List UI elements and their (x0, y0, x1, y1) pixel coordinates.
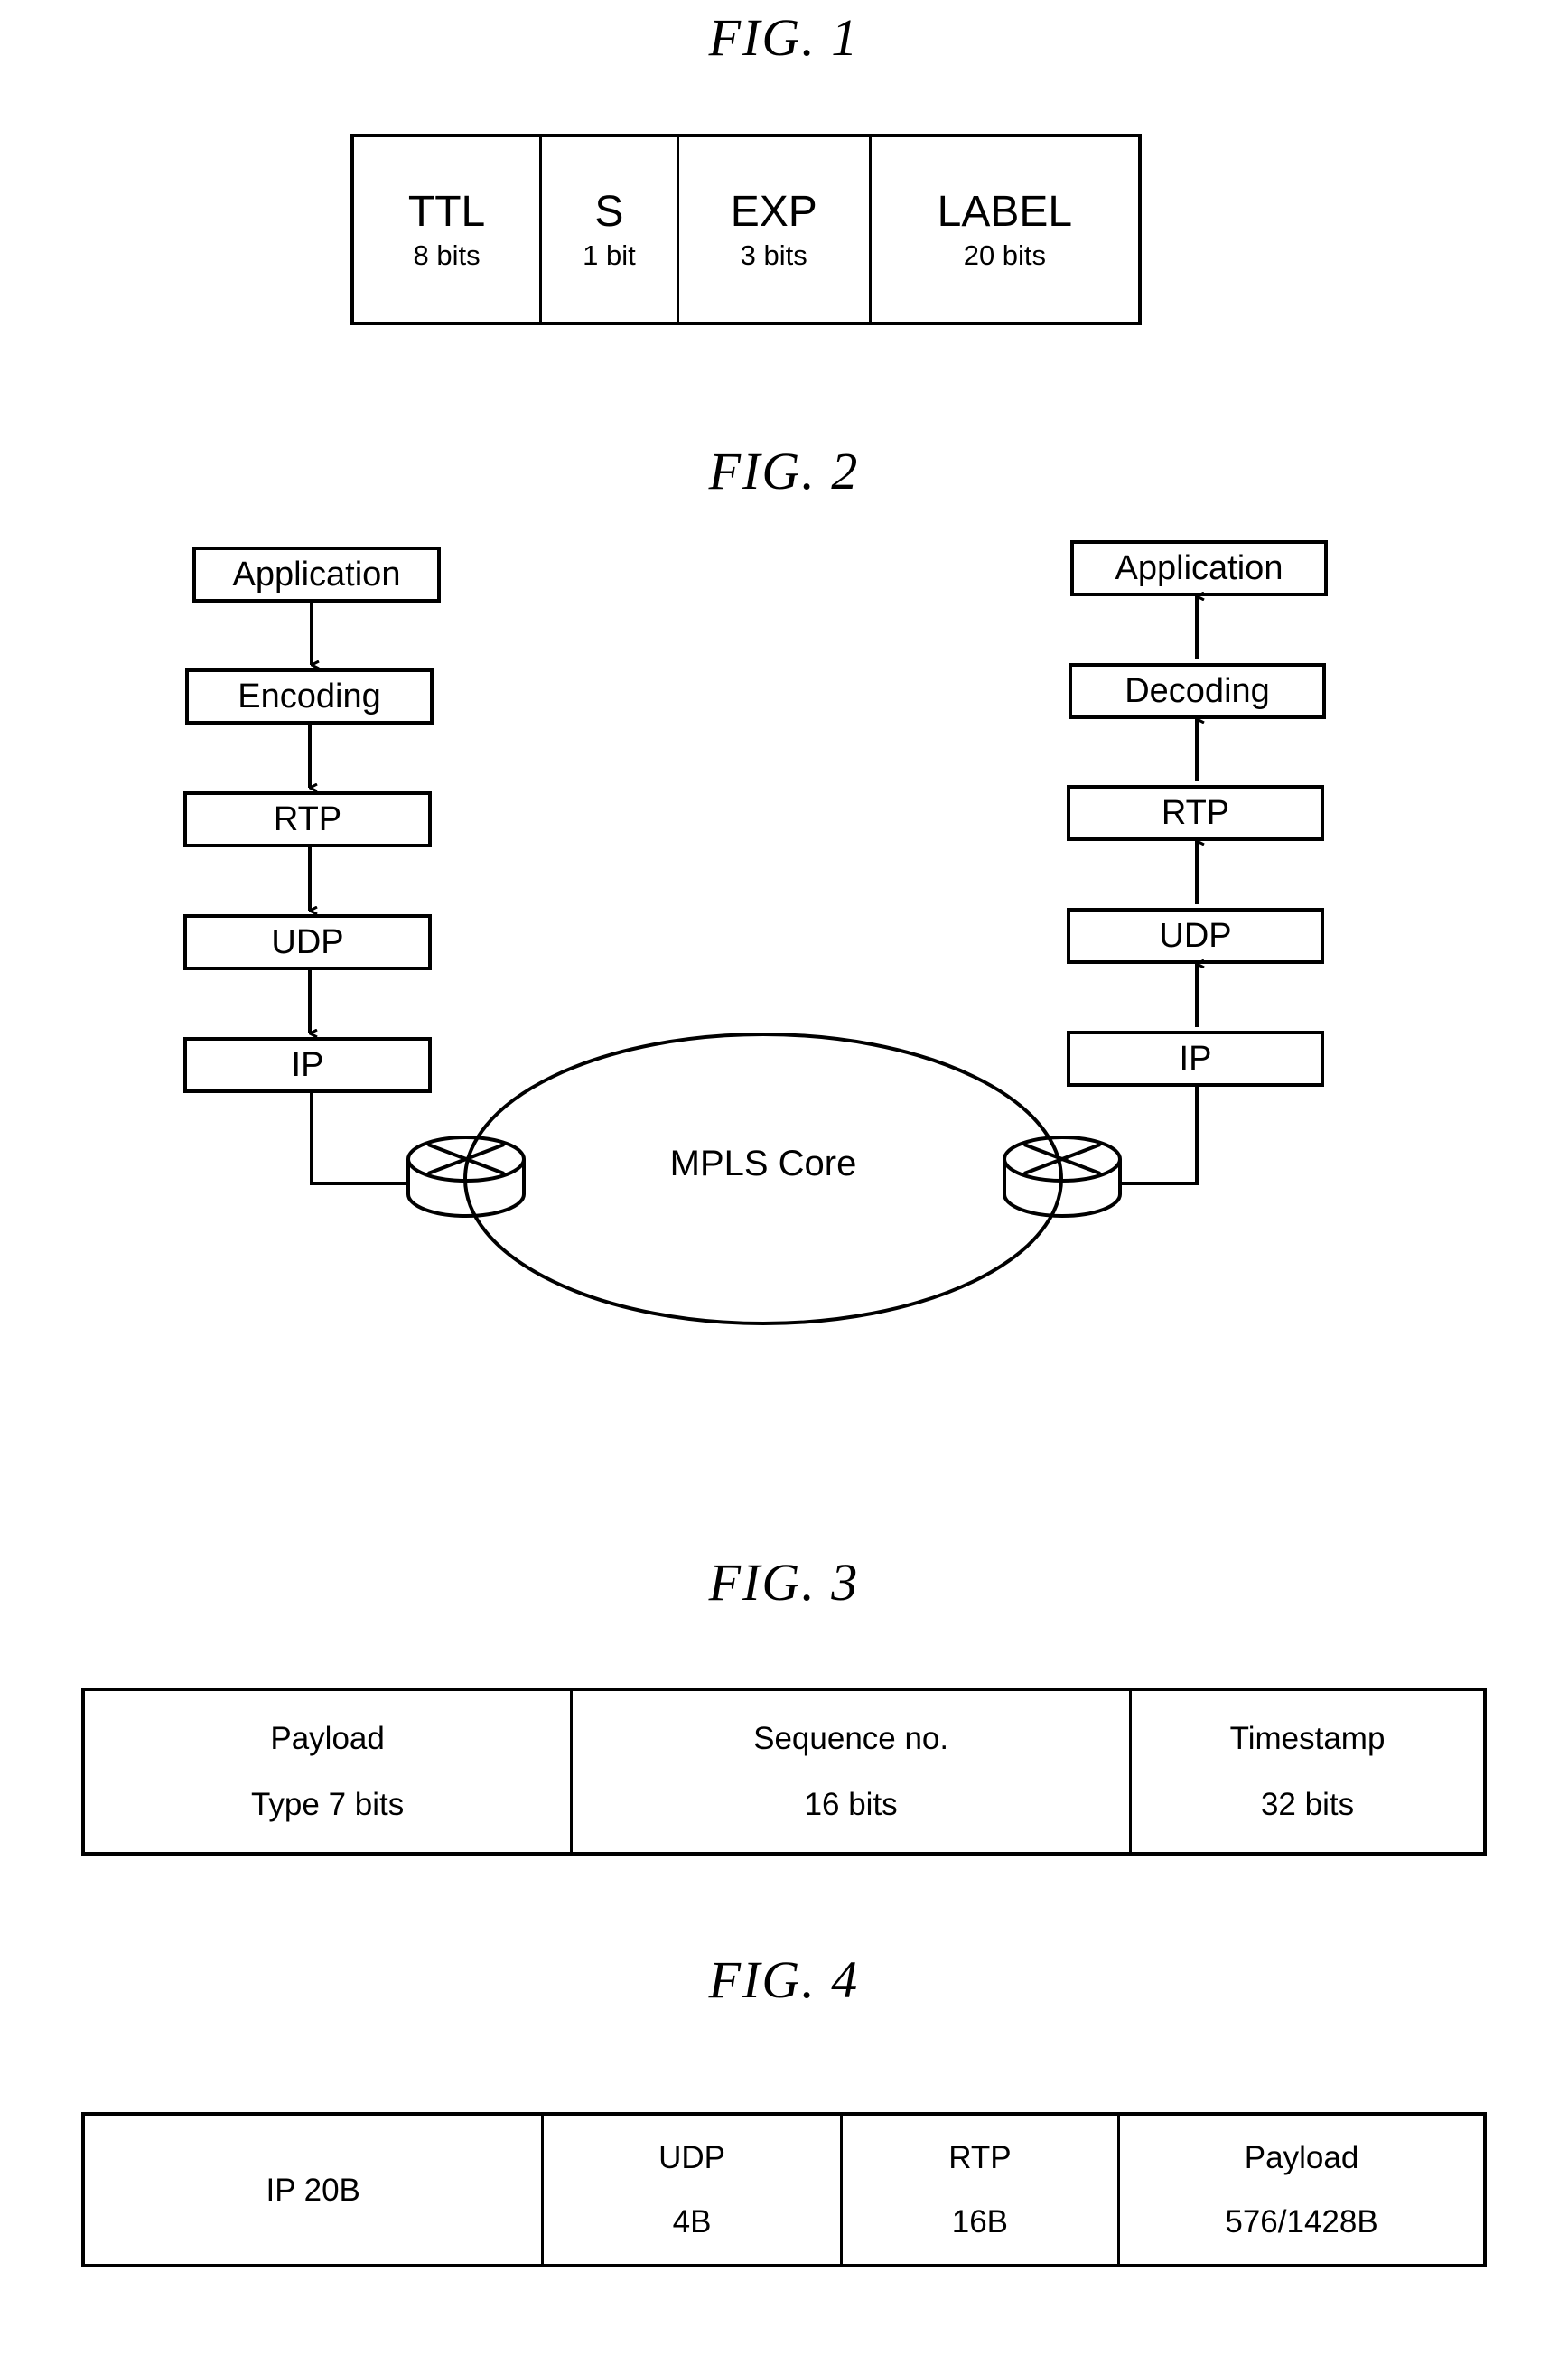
fig1-field-exp: EXP 3 bits (676, 137, 869, 322)
fig2-right-box-rtp-label: RTP (1161, 794, 1230, 832)
fig2-left-box-application: Application (192, 547, 441, 603)
fig2-right-box-udp: UDP (1067, 908, 1324, 964)
fig4-field-rtp-bits: 16B (951, 2204, 1009, 2239)
fig3-field-timestamp-bits: 32 bits (1260, 1787, 1355, 1822)
fig1-field-s: S 1 bit (539, 137, 677, 322)
fig3-field-sequence-no-bits: 16 bits (804, 1787, 898, 1822)
fig3-caption: FIG. 3 (708, 1553, 860, 1612)
fig1-field-exp-bits: 3 bits (740, 238, 807, 271)
fig1-field-ttl-bits: 8 bits (413, 238, 481, 271)
fig4-field-payload: Payload 576/1428B (1117, 2116, 1483, 2264)
fig3-field-timestamp-name: Timestamp (1229, 1721, 1386, 1756)
fig2-right-link-line (1120, 1087, 1199, 1185)
fig1-field-label-bits: 20 bits (963, 238, 1047, 271)
fig2-left-box-udp: UDP (183, 914, 432, 970)
fig2-left-box-udp-label: UDP (271, 923, 344, 961)
fig4-field-payload-name: Payload (1244, 2140, 1359, 2175)
fig2-left-box-ip-label: IP (291, 1046, 324, 1084)
fig2-right-box-decoding-label: Decoding (1125, 672, 1270, 710)
fig1-field-exp-name: EXP (730, 187, 817, 236)
fig1-field-s-name: S (594, 187, 624, 236)
fig4-field-ip: IP 20B (85, 2116, 541, 2264)
fig2-right-box-udp-label: UDP (1159, 917, 1232, 955)
fig4-field-payload-bits: 576/1428B (1225, 2204, 1378, 2239)
fig4-field-udp-bits: 4B (672, 2204, 712, 2239)
fig1-field-s-bits: 1 bit (583, 238, 636, 271)
fig2-left-box-rtp: RTP (183, 791, 432, 847)
fig3-rtp-header-table: Payload Type 7 bits Sequence no. 16 bits… (81, 1688, 1487, 1856)
fig2-caption: FIG. 2 (708, 442, 860, 500)
fig1-field-ttl-name: TTL (407, 187, 486, 236)
fig2-right-box-ip-label: IP (1179, 1040, 1212, 1078)
fig3-field-payload-type: Payload Type 7 bits (85, 1691, 570, 1852)
fig3-field-sequence-no: Sequence no. 16 bits (570, 1691, 1129, 1852)
fig1-mpls-label-table: TTL 8 bits S 1 bit EXP 3 bits LABEL 20 b… (350, 134, 1142, 325)
fig4-field-ip-name: IP 20B (266, 2172, 360, 2208)
fig2-left-box-encoding-label: Encoding (238, 678, 381, 715)
fig2-right-box-ip: IP (1067, 1031, 1324, 1087)
fig4-field-rtp-name: RTP (948, 2140, 1012, 2175)
fig1-caption: FIG. 1 (708, 8, 860, 67)
fig4-packet-layout-table: IP 20B UDP 4B RTP 16B Payload 576/1428B (81, 2112, 1487, 2267)
fig2-right-box-application: Application (1070, 540, 1328, 596)
fig2-left-box-application-label: Application (232, 556, 401, 594)
fig3-field-sequence-no-name: Sequence no. (753, 1721, 949, 1756)
fig1-field-label: LABEL 20 bits (868, 137, 1138, 322)
fig3-field-timestamp: Timestamp 32 bits (1129, 1691, 1483, 1852)
fig4-caption: FIG. 4 (708, 1950, 860, 2009)
fig2-ingress-router-icon (406, 1136, 526, 1218)
fig2-left-box-encoding: Encoding (185, 668, 434, 725)
fig2-left-box-ip: IP (183, 1037, 432, 1093)
patent-drawing-sheet: FIG. 1 TTL 8 bits S 1 bit EXP 3 bits LAB… (0, 0, 1568, 2356)
fig3-field-payload-type-name: Payload (270, 1721, 385, 1756)
fig2-connector-layer (308, 506, 1568, 1325)
fig4-field-udp: UDP 4B (541, 2116, 839, 2264)
fig2-left-link-line (310, 1093, 408, 1185)
fig2-right-box-rtp: RTP (1067, 785, 1324, 841)
fig1-field-label-name: LABEL (937, 187, 1073, 236)
fig2-cloud-label: MPLS Core (669, 1144, 857, 1183)
fig2-egress-router-icon (1003, 1136, 1122, 1218)
fig4-field-rtp: RTP 16B (839, 2116, 1117, 2264)
fig2-right-box-decoding: Decoding (1069, 663, 1326, 719)
fig2-right-box-application-label: Application (1115, 549, 1283, 587)
fig2-left-box-rtp-label: RTP (273, 800, 342, 838)
fig1-field-ttl: TTL 8 bits (354, 137, 539, 322)
fig3-field-payload-type-bits: Type 7 bits (250, 1787, 405, 1822)
fig4-field-udp-name: UDP (658, 2140, 725, 2175)
